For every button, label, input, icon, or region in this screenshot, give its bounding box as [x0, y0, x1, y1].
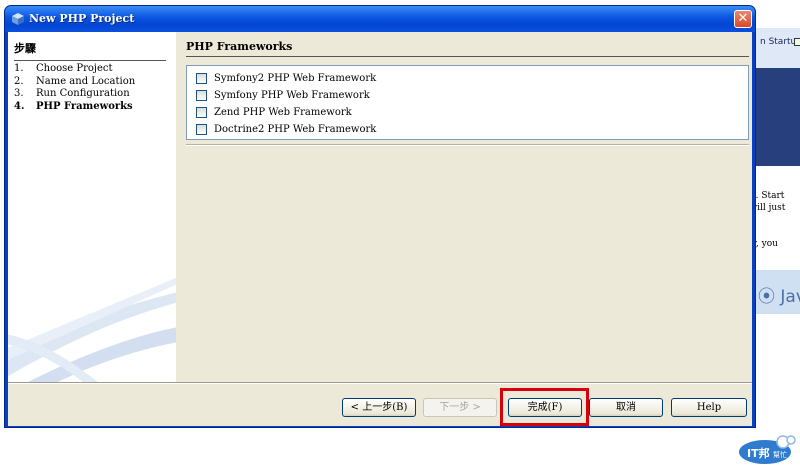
framework-checkbox[interactable]	[196, 73, 207, 84]
framework-label: Doctrine2 PHP Web Framework	[214, 124, 377, 135]
show-on-startup-checkbox[interactable]	[794, 38, 800, 46]
framework-checkbox[interactable]	[196, 107, 207, 118]
new-php-project-dialog: New PHP Project ✕ 步驟 1. Choose Project 2.…	[4, 5, 756, 428]
framework-checkbox[interactable]	[196, 90, 207, 101]
step-item: 1. Choose Project	[14, 63, 135, 76]
framework-label: Symfony PHP Web Framework	[214, 90, 370, 101]
steps-list: 1. Choose Project 2. Name and Location 3. R…	[14, 63, 135, 113]
help-button[interactable]: Help	[671, 398, 747, 417]
step-item-current: 4. PHP Frameworks	[14, 101, 135, 114]
close-button[interactable]: ✕	[734, 10, 752, 28]
pane-title: PHP Frameworks	[186, 40, 749, 57]
step-number: 3.	[14, 88, 24, 99]
step-item: 3. Run Configuration	[14, 88, 135, 101]
framework-label: Zend PHP Web Framework	[214, 107, 352, 118]
finish-highlight-box	[500, 388, 589, 426]
step-label: Choose Project	[36, 63, 113, 74]
dialog-titlebar[interactable]: New PHP Project ✕	[5, 6, 755, 32]
step-number: 4.	[14, 100, 25, 112]
background-text-line: t. Start	[752, 191, 785, 201]
steps-title: 步驟	[14, 40, 166, 61]
frameworks-list: Symfony2 PHP Web Framework Symfony PHP W…	[186, 65, 749, 140]
background-text: t. Start vill just y, you	[752, 190, 800, 250]
background-banner	[752, 68, 800, 166]
dialog-title: New PHP Project	[29, 12, 135, 25]
java-logo-text: ⦿ Java	[758, 282, 800, 307]
step-number: 2.	[14, 75, 24, 87]
background-text-line	[752, 226, 800, 238]
pane-divider	[186, 144, 749, 146]
framework-checkbox[interactable]	[196, 124, 207, 135]
java-text: Java	[780, 287, 800, 307]
step-label: PHP Frameworks	[36, 100, 133, 112]
footer-divider	[8, 382, 752, 384]
netbeans-cube-icon	[12, 13, 24, 25]
background-text-line: y, you	[752, 239, 778, 249]
back-button[interactable]: < 上一步(B)	[342, 398, 416, 417]
background-text-line	[752, 214, 800, 226]
ithome-logo: IT邦 幫忙	[739, 435, 796, 464]
decorative-swoosh	[8, 277, 176, 382]
dialog-body: 步驟 1. Choose Project 2. Name and Location …	[8, 32, 752, 426]
background-header	[750, 28, 800, 68]
cancel-button[interactable]: 取消	[589, 398, 663, 417]
svg-text:幫忙: 幫忙	[773, 450, 787, 459]
step-label: Run Configuration	[36, 88, 130, 99]
steps-panel: 步驟 1. Choose Project 2. Name and Location …	[8, 32, 176, 382]
background-bottom	[0, 428, 800, 470]
next-button[interactable]: 下一步 >	[423, 398, 497, 417]
svg-text:IT邦: IT邦	[747, 446, 770, 460]
framework-label: Symfony2 PHP Web Framework	[214, 73, 377, 84]
step-item: 2. Name and Location	[14, 76, 135, 89]
step-number: 1.	[14, 63, 24, 74]
step-label: Name and Location	[36, 75, 136, 87]
background-text-line: vill just	[752, 203, 786, 213]
